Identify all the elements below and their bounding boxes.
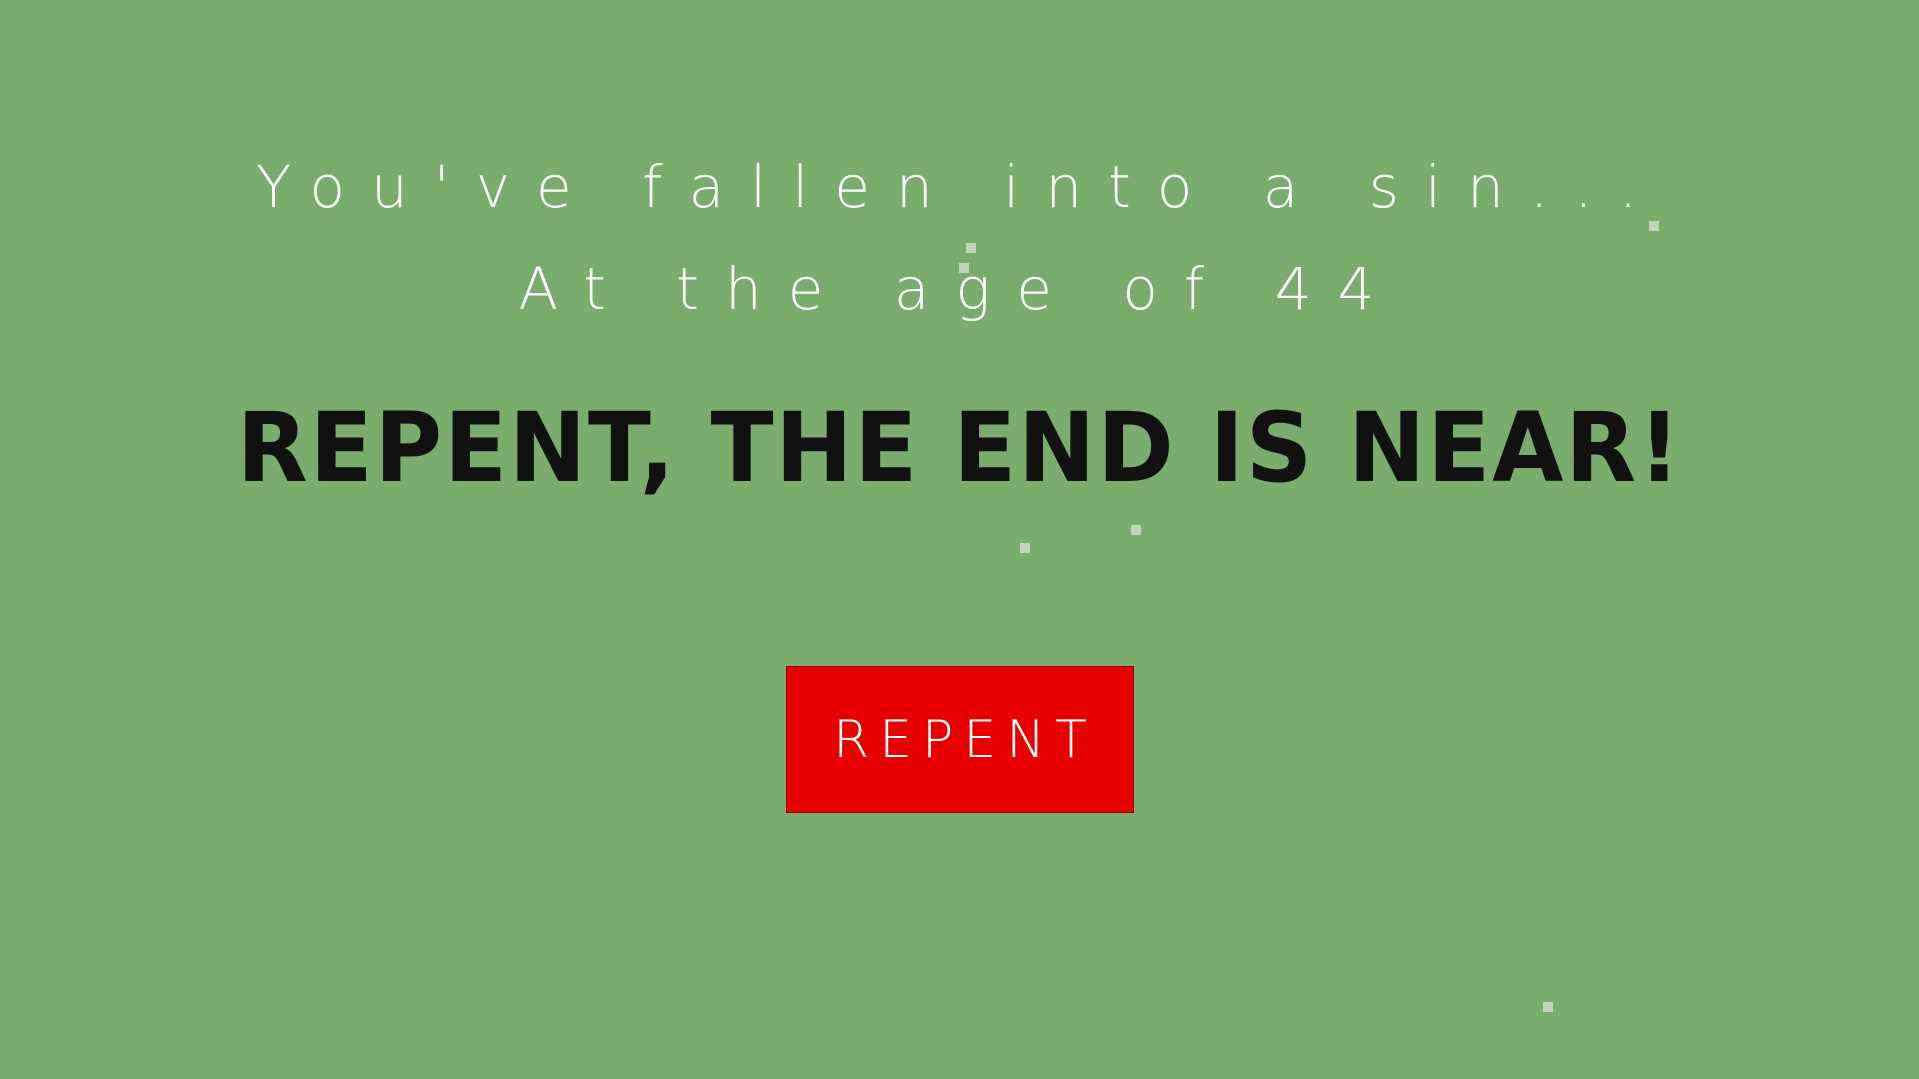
game-screen: You've fallen into a sin... At the age o…	[0, 0, 1919, 1079]
repent-button-label: REPENT	[833, 709, 1097, 770]
end-is-near-headline: REPENT, THE END IS NEAR!	[236, 392, 1683, 504]
particle	[959, 263, 969, 273]
repent-button[interactable]: REPENT	[786, 666, 1134, 813]
sin-message: You've fallen into a sin...	[255, 153, 1664, 221]
particle	[1543, 1002, 1553, 1012]
particle	[1131, 525, 1141, 535]
particle	[966, 243, 976, 253]
particle	[1649, 221, 1659, 231]
particle	[1020, 543, 1030, 553]
